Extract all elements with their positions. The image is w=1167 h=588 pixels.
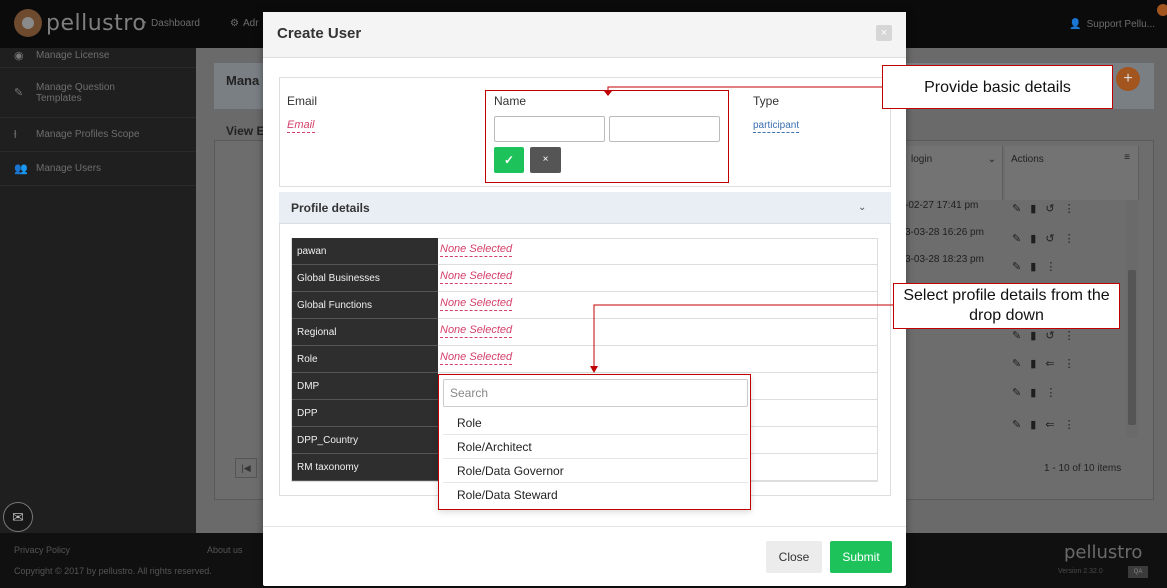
type-select[interactable]: participant [753,120,800,133]
grid-cell-login: -02-27 17:41 pm [905,200,979,211]
row-actions-icon[interactable]: ✎ ▮ ⋮ [1012,260,1059,273]
grid-header-actions[interactable]: Actions ≡ [1005,146,1139,200]
grid-scroll-thumb[interactable] [1128,270,1136,425]
footer-logo: pellustro [1064,542,1143,563]
profile-key: RM taxonomy [292,454,438,481]
row-actions-icon[interactable]: ✎ ▮ ⇐ ⋮ [1012,418,1078,431]
license-icon: ◉ [14,50,24,62]
callout-basic-details: Provide basic details [882,65,1113,109]
pellustro-logo[interactable]: pellustro [14,9,146,37]
add-user-button[interactable]: + [1116,67,1140,91]
type-label: Type [753,94,780,108]
user-menu-label: Support Pellu... [1086,19,1155,30]
notification-badge[interactable] [1157,4,1167,16]
sidebar-item-label: Manage Users [36,163,102,174]
sidebar-item-manage-question-templates[interactable]: ✎ Manage Question Templates [0,68,196,118]
modal-footer-divider [263,526,906,527]
profile-details-title: Profile details [291,201,370,215]
profile-row: Role None Selected [292,346,878,373]
sidebar: ◉ Manage License ✎ Manage Question Templ… [0,48,196,533]
chevron-down-icon[interactable]: ⌄ [988,154,996,165]
sidebar-item-manage-users[interactable]: 👥 Manage Users [0,152,196,186]
scope-icon: ƚ [14,128,17,141]
profile-key: Regional [292,319,438,346]
profile-key: Global Functions [292,292,438,319]
nav-admin-label: Adr [242,18,259,29]
profile-key: pawan [292,238,438,265]
users-icon: 👥 [14,163,28,175]
profile-row: Global Businesses None Selected [292,265,878,292]
profile-row: Global Functions None Selected [292,292,878,319]
profile-key: DPP_Country [292,427,438,454]
dropdown-option[interactable]: Role [443,411,748,435]
close-button[interactable]: Close [766,541,822,573]
profile-row: pawan None Selected [292,238,878,265]
privacy-link[interactable]: Privacy Policy [14,545,70,555]
about-link[interactable]: About us [207,545,243,555]
profile-value-select[interactable]: None Selected [440,297,513,311]
email-label: Email [287,94,318,108]
profile-key: DMP [292,373,438,400]
view-label: View E [226,124,265,138]
profile-value-select[interactable]: None Selected [440,324,513,338]
email-field[interactable]: Email [287,119,315,133]
modal-header: Create User × [263,12,906,58]
profile-value-select[interactable]: None Selected [440,270,513,284]
nav-dashboard[interactable]: ◔ Dashboard [141,18,200,29]
sidebar-item-manage-profiles-scope[interactable]: ƚ Manage Profiles Scope [0,118,196,152]
pencil-icon: ✎ [14,87,24,99]
message-icon[interactable]: ✉ [3,502,33,532]
dropdown-search-input[interactable] [443,379,748,407]
sidebar-item-label: Manage Profiles Scope [36,129,140,140]
dropdown-option[interactable]: Role/Data Steward [443,483,748,507]
grid-header-actions-label: Actions [1011,154,1044,165]
logo-mark-icon [14,9,42,37]
callout-profile-details: Select profile details from the drop dow… [893,283,1120,329]
env-badge: QA [1128,566,1148,578]
sidebar-item-manage-license[interactable]: ◉ Manage License [0,44,196,68]
row-actions-icon[interactable]: ✎ ▮ ↺ ⋮ [1012,202,1078,215]
profile-key: Global Businesses [292,265,438,292]
profile-key: Role [292,346,438,373]
version-text: Version 2.32.0 [1058,568,1103,575]
dropdown-option[interactable]: Role/Architect [443,435,748,459]
sidebar-item-label: Manage Question Templates [36,81,115,104]
modal-title: Create User [277,25,362,42]
sidebar-item-label: Manage License [36,50,110,61]
profile-value-select[interactable]: None Selected [440,351,513,365]
copyright-text: Copyright © 2017 by pellustro. All right… [14,566,212,576]
logo-text: pellustro [46,10,147,36]
annotation-highlight-name [485,90,729,183]
column-menu-icon[interactable]: ≡ [1124,152,1130,163]
first-page-icon[interactable]: |◀ [235,458,257,478]
dropdown-option[interactable]: Role/Data Governor [443,459,748,483]
user-menu[interactable]: 👤 Support Pellu... [1069,19,1155,30]
grid-header-login-label: login [911,154,933,165]
profile-row: Regional None Selected [292,319,878,346]
grid-cell-login: 3-03-28 16:26 pm [905,227,984,238]
nav-dashboard-label: Dashboard [151,18,200,29]
page-title: Mana [226,73,260,88]
gear-icon: ⚙ [230,18,239,29]
dashboard-icon: ◔ [141,18,148,29]
chevron-down-icon[interactable]: ⌄ [858,202,866,213]
row-actions-icon[interactable]: ✎ ▮ ⇐ ⋮ [1012,357,1078,370]
row-actions-icon[interactable]: ✎ ▮ ⋮ [1012,386,1059,399]
grid-cell-login: 3-03-28 18:23 pm [905,254,984,265]
nav-admin[interactable]: ⚙ Adr [230,18,259,29]
grid-header-login[interactable]: login ⌄ [905,146,1003,200]
profile-value-select[interactable]: None Selected [440,243,513,257]
row-actions-icon[interactable]: ✎ ▮ ↺ ⋮ [1012,232,1078,245]
user-icon: 👤 [1069,19,1082,30]
profile-details-header[interactable] [279,192,891,224]
submit-button[interactable]: Submit [830,541,892,573]
row-actions-icon[interactable]: ✎ ▮ ↺ ⋮ [1012,329,1078,342]
close-icon[interactable]: × [876,25,892,41]
profile-key: DPP [292,400,438,427]
items-count: 1 - 10 of 10 items [1044,463,1122,474]
